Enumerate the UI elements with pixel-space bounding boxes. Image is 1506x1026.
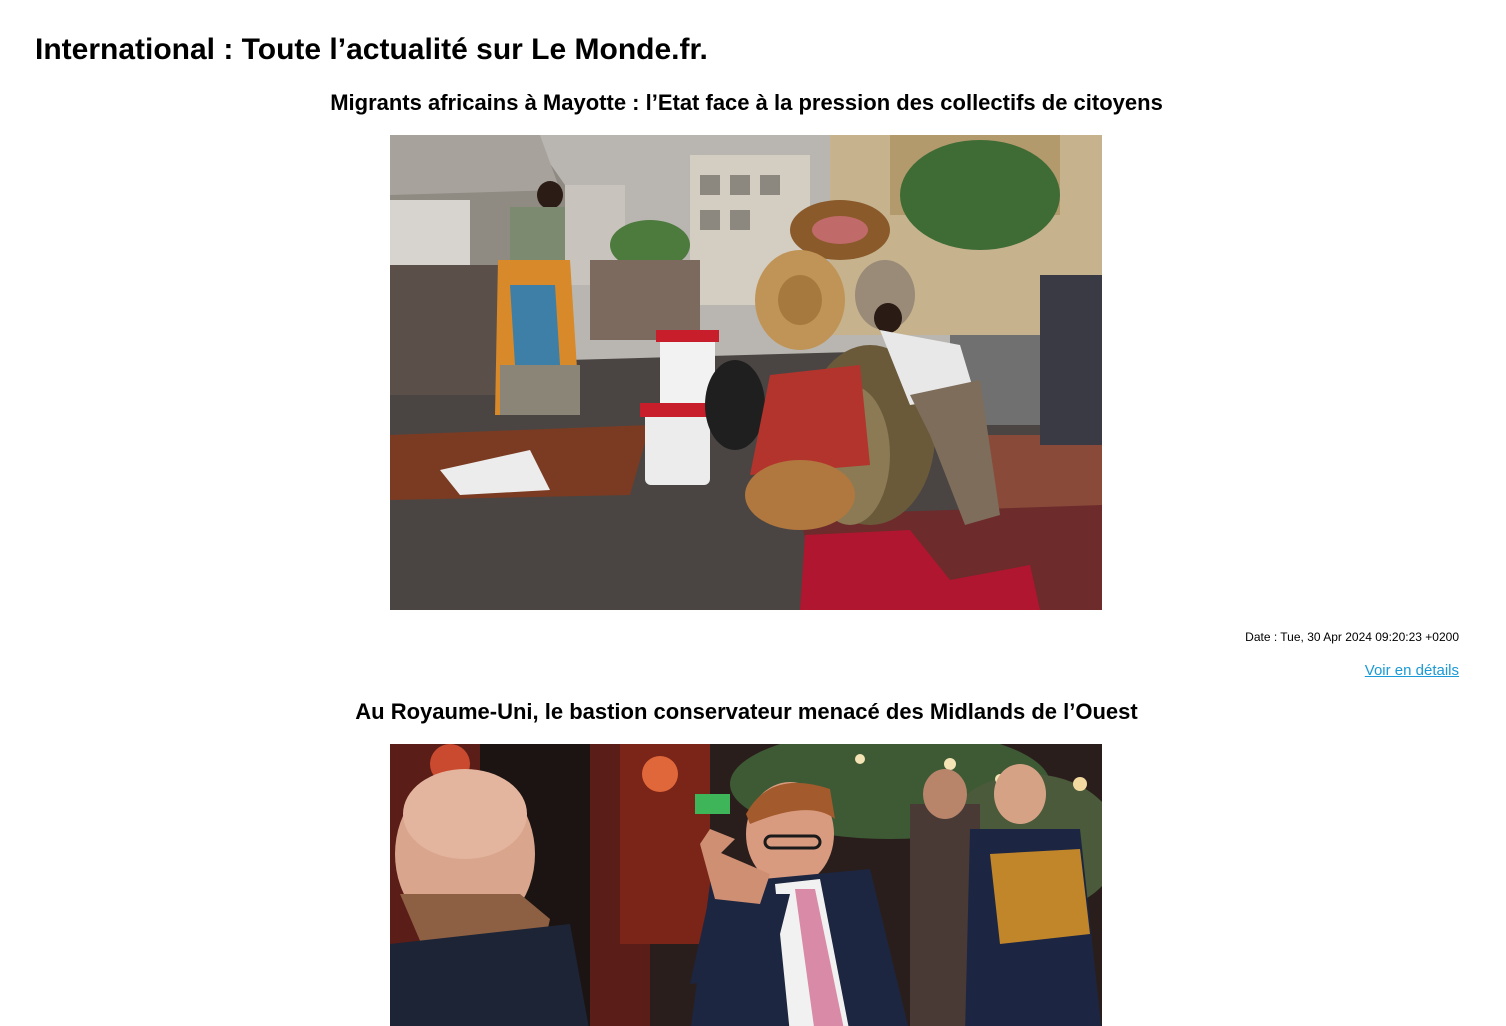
- article-date: Date : Tue, 30 Apr 2024 09:20:23 +0200: [1245, 630, 1459, 644]
- article-image: [390, 135, 1102, 610]
- article-title: Migrants africains à Mayotte : l’Etat fa…: [330, 90, 1163, 115]
- article-item: Migrants africains à Mayotte : l’Etat fa…: [0, 88, 1506, 679]
- article-image: [390, 744, 1102, 1026]
- article-item: Au Royaume-Uni, le bastion conservateur …: [0, 697, 1506, 1026]
- page-title: International : Toute l’actualité sur Le…: [35, 33, 708, 66]
- details-link[interactable]: Voir en détails: [1365, 662, 1459, 679]
- article-title: Au Royaume-Uni, le bastion conservateur …: [355, 699, 1138, 724]
- page: International : Toute l’actualité sur Le…: [0, 0, 1506, 1026]
